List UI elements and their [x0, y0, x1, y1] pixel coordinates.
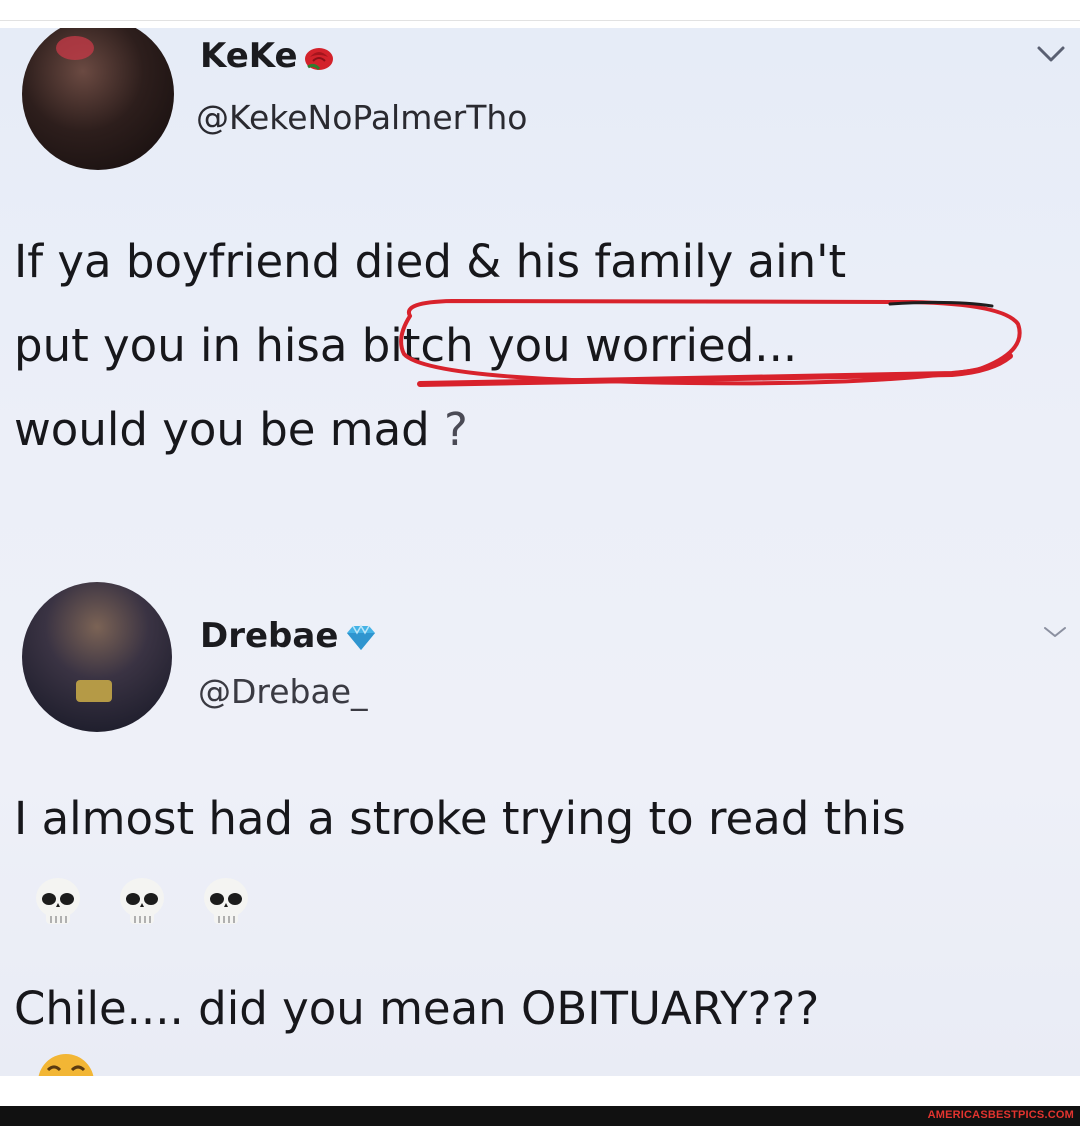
skull-icon [36, 878, 80, 924]
avatar[interactable] [22, 582, 172, 732]
display-name-text: Drebae [200, 616, 339, 656]
tweet-drebae: Drebae @Drebae_ I almost had a stroke tr… [0, 566, 1080, 1076]
skull-icon [120, 878, 164, 924]
emoji-row [30, 874, 282, 934]
diamond-icon [347, 623, 376, 650]
watermark-brand[interactable]: AMERICASBESTPICS.COM [928, 1109, 1074, 1121]
display-name[interactable]: Drebae [200, 616, 378, 656]
rose-icon [304, 47, 333, 70]
tweet-body-fragment: would you be mad [14, 403, 430, 456]
meme-page: KeKe @KekeNoPalmerTho If ya boyfriend di… [0, 0, 1080, 1126]
chevron-down-icon[interactable] [1036, 44, 1066, 64]
tweet-body-fragment: put you in his [14, 319, 320, 372]
display-name-text: KeKe [200, 36, 298, 76]
laughing-face-icon [38, 1054, 94, 1076]
display-name[interactable]: KeKe [200, 36, 338, 76]
avatar-shirt-logo [76, 680, 112, 702]
user-handle[interactable]: @Drebae_ [198, 672, 368, 711]
tweet-body-line: If ya boyfriend died & his family ain't [14, 235, 847, 288]
footer-bar: AMERICASBESTPICS.COM [0, 1106, 1080, 1126]
red-circle-annotation [399, 298, 1022, 387]
tweet-body-line: I almost had a stroke trying to read thi… [14, 792, 906, 845]
user-handle[interactable]: @KekeNoPalmerTho [196, 98, 528, 137]
skull-icon [204, 878, 248, 924]
top-divider [0, 20, 1080, 21]
tweet-body-fragment: ? [429, 403, 468, 456]
tweet-keke: KeKe @KekeNoPalmerTho If ya boyfriend di… [0, 28, 1080, 548]
avatar[interactable] [22, 28, 174, 170]
chevron-down-icon[interactable] [1040, 622, 1070, 642]
avatar-hair-accent [56, 36, 94, 60]
tweet-body-line: would you be mad ? [14, 388, 846, 472]
tweet-screenshot: KeKe @KekeNoPalmerTho If ya boyfriend di… [0, 28, 1080, 1076]
tweet-body-line: Chile.... did you mean OBITUARY??? [14, 982, 820, 1035]
